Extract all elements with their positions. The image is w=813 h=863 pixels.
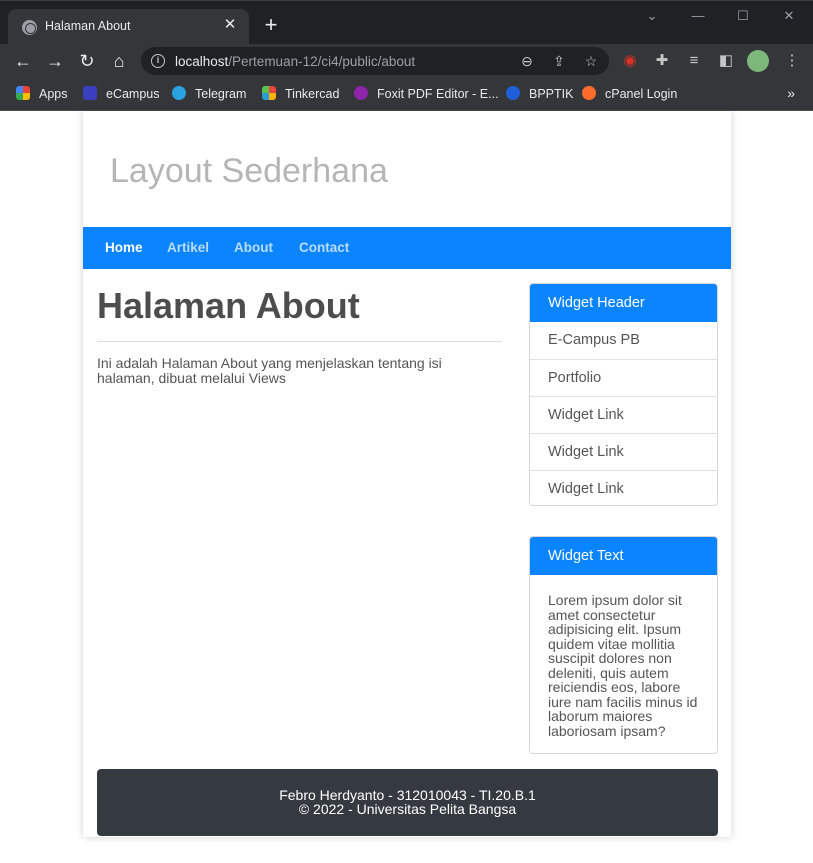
widget-link-portfolio[interactable]: Portfolio (530, 359, 717, 396)
nav-about[interactable]: About (234, 240, 273, 255)
menu-kebab-icon[interactable]: ⋮ (781, 50, 803, 72)
page-viewport: Layout Sederhana Home Artikel About Cont… (0, 111, 813, 863)
close-tab-icon[interactable]: ✕ (221, 16, 239, 34)
browser-chrome: Halaman About ✕ + ⌄ — ☐ ✕ ← → ↻ ⌂ i loca… (0, 0, 813, 111)
share-icon[interactable]: ⇪ (549, 51, 569, 71)
back-button[interactable]: ← (11, 49, 35, 73)
side-panel-icon[interactable]: ◧ (715, 50, 737, 72)
tab-title: Halaman About (45, 19, 131, 33)
address-bar[interactable]: i localhost/Pertemuan-12/ci4/public/abou… (141, 47, 609, 75)
widget-link-item[interactable]: Widget Link (530, 470, 717, 505)
main-nav: Home Artikel About Contact (83, 227, 731, 269)
profile-avatar[interactable] (747, 50, 769, 72)
bookmark-apps[interactable]: Apps (16, 85, 68, 103)
bookmark-star-icon[interactable]: ☆ (581, 51, 601, 71)
bpptik-icon (506, 86, 520, 100)
url-text[interactable]: localhost/Pertemuan-12/ci4/public/about (175, 54, 415, 69)
bookmark-cpanel[interactable]: cPanel Login (582, 85, 677, 103)
ecampus-icon (83, 86, 97, 100)
tinkercad-icon (262, 86, 276, 100)
cpanel-icon (582, 86, 596, 100)
media-control-icon[interactable]: ≡ (683, 50, 705, 72)
widget-link-item[interactable]: Widget Link (530, 396, 717, 433)
bookmark-tinkercad[interactable]: Tinkercad (262, 85, 339, 103)
bookmark-foxit[interactable]: Foxit PDF Editor - E... (354, 85, 499, 103)
widget-header: Widget Header (530, 284, 717, 322)
page-heading: Halaman About (97, 285, 360, 326)
minimize-button[interactable]: — (678, 5, 718, 27)
footer-copyright: © 2022 - Universitas Pelita Bangsa (298, 801, 517, 817)
maximize-button[interactable]: ☐ (723, 5, 763, 27)
new-tab-button[interactable]: + (260, 14, 282, 37)
extension-eye-icon[interactable]: ◉ (619, 50, 641, 72)
widget-link-item[interactable]: Widget Link (530, 433, 717, 470)
zoom-icon[interactable]: ⊖ (517, 51, 537, 71)
site-info-icon[interactable]: i (151, 54, 165, 68)
site-title: Layout Sederhana (110, 152, 388, 190)
widget-text-body: Lorem ipsum dolor sit amet consectetur a… (548, 592, 698, 739)
widget-text-header: Widget Text (530, 537, 717, 575)
browser-toolbar: ← → ↻ ⌂ i localhost/Pertemuan-12/ci4/pub… (0, 44, 813, 78)
browser-tab[interactable]: Halaman About ✕ (8, 9, 249, 45)
page-body-text: Ini adalah Halaman About yang menjelaska… (97, 355, 442, 386)
reload-button[interactable]: ↻ (75, 49, 99, 73)
nav-home[interactable]: Home (105, 240, 143, 255)
site-header: Layout Sederhana (83, 111, 731, 227)
home-button[interactable]: ⌂ (107, 49, 131, 73)
widget-link-ecampus[interactable]: E-Campus PB (530, 322, 717, 359)
widget-text: Widget Text Lorem ipsum dolor sit amet c… (529, 536, 718, 754)
widget-links: Widget Header E-Campus PB Portfolio Widg… (529, 283, 718, 506)
bookmark-bpptik[interactable]: BPPTIK (506, 85, 573, 103)
telegram-icon (172, 86, 186, 100)
close-window-button[interactable]: ✕ (769, 5, 809, 27)
forward-button[interactable]: → (43, 49, 67, 73)
bookmarks-overflow-button[interactable]: » (787, 85, 795, 101)
apps-grid-icon (16, 86, 30, 100)
site-footer: Febro Herdyanto - 312010043 - TI.20.B.1 … (97, 769, 718, 836)
nav-contact[interactable]: Contact (299, 240, 349, 255)
globe-icon (22, 20, 37, 35)
extensions-puzzle-icon[interactable]: ✚ (651, 50, 673, 72)
bookmarks-bar: Apps eCampus Telegram Tinkercad Foxit PD… (0, 78, 813, 111)
layout-container: Layout Sederhana Home Artikel About Cont… (83, 111, 731, 837)
bookmark-ecampus[interactable]: eCampus (83, 85, 160, 103)
heading-divider (97, 341, 502, 342)
bookmark-telegram[interactable]: Telegram (172, 85, 246, 103)
tab-strip: Halaman About ✕ + ⌄ — ☐ ✕ (0, 0, 813, 45)
nav-artikel[interactable]: Artikel (167, 240, 209, 255)
chevron-down-icon[interactable]: ⌄ (632, 5, 672, 27)
foxit-icon (354, 86, 368, 100)
